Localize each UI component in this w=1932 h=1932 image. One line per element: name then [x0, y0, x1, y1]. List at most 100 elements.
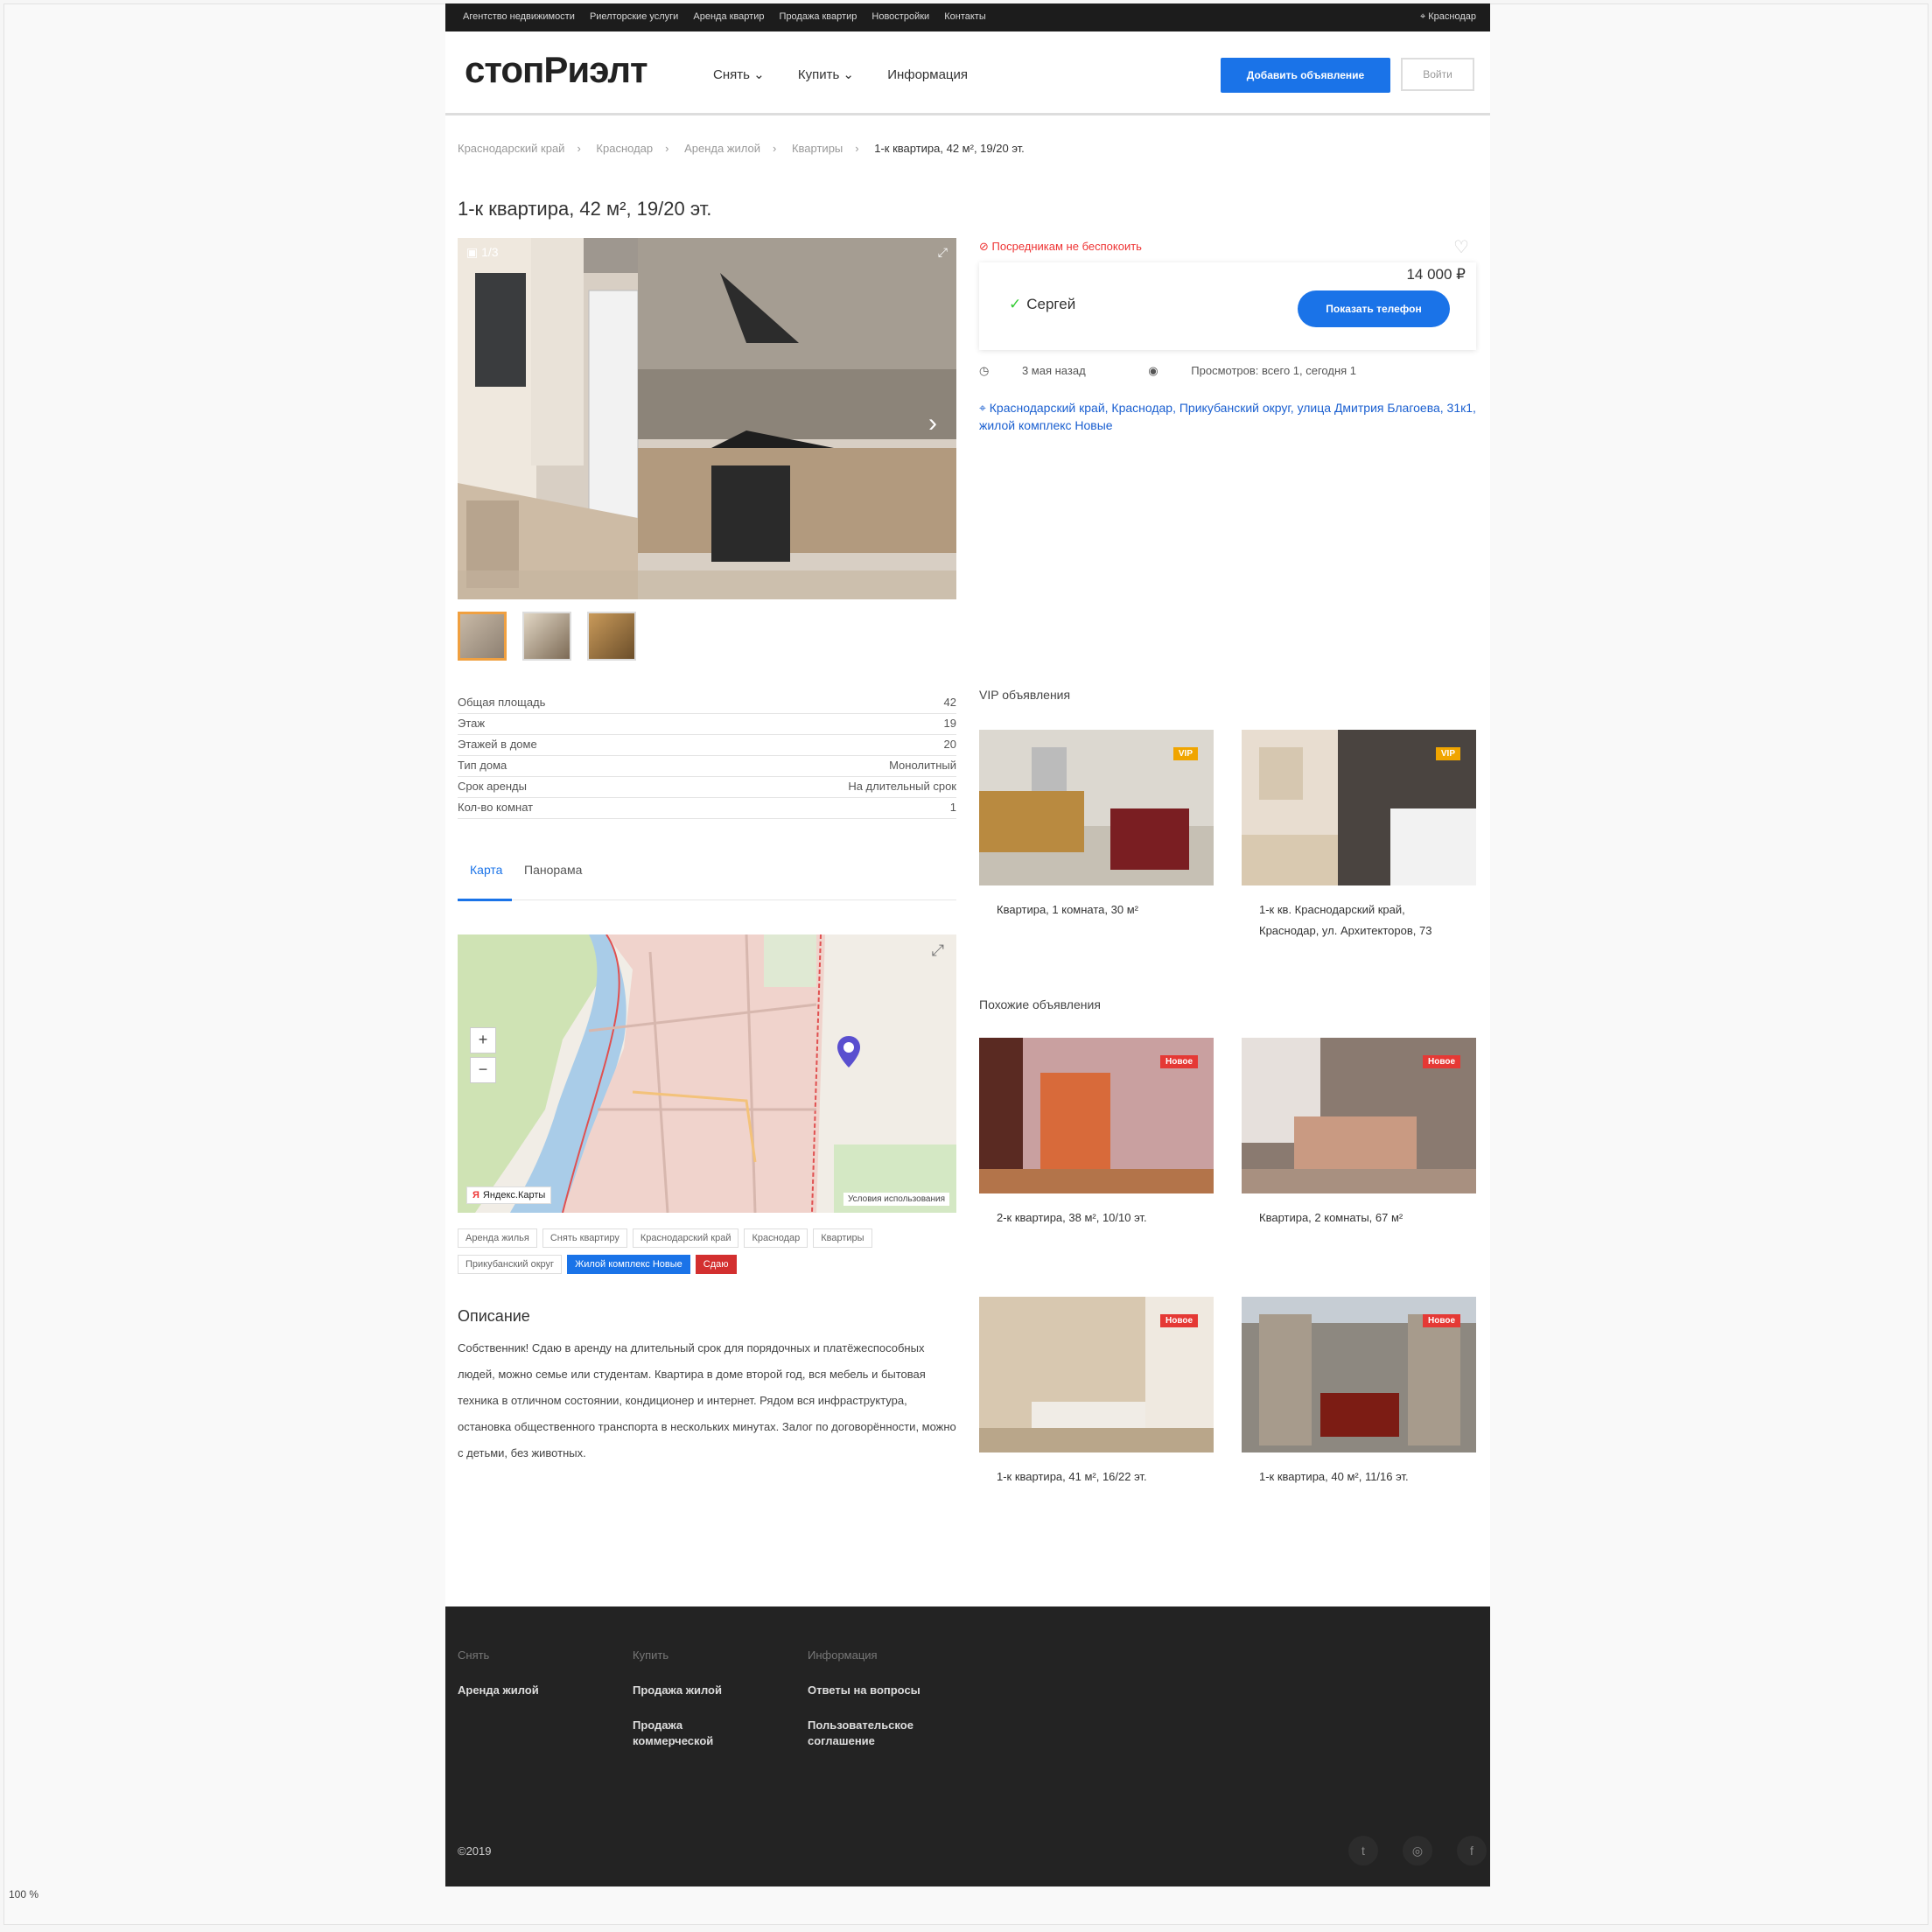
zoom-out-button[interactable]: −: [470, 1057, 496, 1083]
property-row: Кол-во комнат 1: [458, 798, 956, 819]
property-value: 20: [940, 738, 956, 751]
footer-link[interactable]: Пользовательское соглашение: [808, 1718, 930, 1749]
thumbnail-3[interactable]: [587, 612, 636, 661]
top-link[interactable]: Аренда квартир: [693, 11, 764, 22]
footer-link[interactable]: Продажа коммерческой: [633, 1718, 755, 1749]
vip-badge: VIP: [1435, 747, 1460, 760]
breadcrumb-item[interactable]: Аренда жилой: [684, 142, 760, 155]
card-caption: 2-к квартира, 38 м², 10/10 эт.: [997, 1211, 1147, 1224]
top-link[interactable]: Продажа квартир: [780, 11, 858, 22]
breadcrumb-current: 1-к квартира, 42 м², 19/20 эт.: [874, 142, 1025, 155]
property-key: Этаж: [458, 717, 489, 730]
price-card: 14 000 ₽ ✓ Сергей Показать телефон: [979, 262, 1476, 350]
next-photo-icon[interactable]: ›: [928, 409, 937, 438]
breadcrumb-separator: ›: [577, 142, 581, 155]
tag-rent[interactable]: Сдаю: [695, 1255, 737, 1274]
breadcrumb-separator: ›: [773, 142, 777, 155]
breadcrumb-item[interactable]: Краснодарский край: [458, 142, 564, 155]
map-badge-text: Яндекс.Карты: [482, 1190, 546, 1200]
tab-panorama[interactable]: Панорама: [524, 863, 582, 877]
property-value: На длительный срок: [844, 780, 956, 793]
property-row: Этаж 19: [458, 714, 956, 735]
footer-link[interactable]: Ответы на вопросы: [808, 1683, 930, 1698]
new-badge: Новое: [1422, 1055, 1460, 1068]
page-title: 1-к квартира, 42 м², 19/20 эт.: [458, 198, 712, 220]
vip-heading: VIP объявления: [979, 688, 1071, 702]
breadcrumb-item[interactable]: Краснодар: [596, 142, 653, 155]
card-caption: 1-к квартира, 41 м², 16/22 эт.: [997, 1470, 1147, 1483]
thumbnail-2[interactable]: [522, 612, 571, 661]
tag[interactable]: Краснодарский край: [632, 1228, 739, 1248]
similar-card[interactable]: Новое Квартира, 2 комнаты, 67 м²: [1242, 1038, 1476, 1267]
top-link[interactable]: Контакты: [944, 11, 986, 22]
site-footer: Снять Аренда жилой Купить Продажа жилой …: [445, 1606, 1490, 1886]
tag-complex[interactable]: Жилой комплекс Новые: [567, 1255, 690, 1274]
page: Агентство недвижимости Риелторские услуг…: [445, 4, 1490, 1886]
property-row: Общая площадь 42: [458, 693, 956, 714]
tag[interactable]: Квартиры: [813, 1228, 872, 1248]
city-selector[interactable]: ⌖ Краснодар: [1420, 11, 1476, 23]
card-caption: 1-к кв. Краснодарский край, Краснодар, у…: [1259, 903, 1432, 937]
listing-address[interactable]: ⌖ Краснодарский край, Краснодар, Прикуба…: [979, 399, 1482, 434]
listing-photo: [458, 238, 956, 599]
breadcrumb-item[interactable]: Квартиры: [792, 142, 843, 155]
property-row: Тип дома Монолитный: [458, 756, 956, 777]
posted-date: ◷ 3 мая назад: [979, 364, 1116, 377]
footer-heading: Снять: [458, 1648, 490, 1662]
nav-buy[interactable]: Купить ⌄: [798, 67, 854, 82]
active-tab-indicator: [458, 899, 512, 901]
map-marker-icon[interactable]: [836, 1034, 862, 1069]
new-badge: Новое: [1159, 1314, 1198, 1327]
check-icon: ✓: [1009, 296, 1022, 312]
photo-gallery[interactable]: ▣ 1/3 ⤢ ›: [458, 238, 956, 599]
vip-card[interactable]: VIP 1-к кв. Краснодарский край, Краснода…: [1242, 730, 1476, 942]
location-map[interactable]: + − ⤢ Я Яндекс.Карты Условия использовани…: [458, 934, 956, 1213]
add-listing-button[interactable]: Добавить объявление: [1221, 58, 1390, 93]
login-button[interactable]: Войти: [1401, 58, 1474, 91]
no-call-icon: ⊘: [979, 240, 989, 253]
favorite-heart-icon[interactable]: ♡: [1453, 236, 1469, 258]
footer-col-buy: Купить Продажа жилой Продажа коммерческо…: [633, 1648, 755, 1768]
nav-rent[interactable]: Снять ⌄: [713, 67, 765, 82]
eye-icon: ◉: [1148, 364, 1158, 377]
footer-link[interactable]: Продажа жилой: [633, 1683, 755, 1698]
tag[interactable]: Краснодар: [744, 1228, 808, 1248]
facebook-icon[interactable]: f: [1457, 1836, 1487, 1866]
tab-map[interactable]: Карта: [470, 863, 502, 877]
property-key: Этажей в доме: [458, 738, 541, 751]
map-tabs: Карта Панорама: [458, 859, 956, 901]
card-caption: Квартира, 2 комнаты, 67 м²: [1259, 1211, 1404, 1224]
nav-info[interactable]: Информация: [887, 67, 968, 82]
expand-map-icon[interactable]: ⤢: [932, 942, 944, 960]
property-key: Срок аренды: [458, 780, 530, 793]
similar-card[interactable]: Новое 1-к квартира, 40 м², 11/16 эт.: [1242, 1297, 1476, 1531]
map-provider-badge[interactable]: Я Яндекс.Карты: [466, 1186, 552, 1204]
tag[interactable]: Снять квартиру: [542, 1228, 627, 1248]
footer-link[interactable]: Аренда жилой: [458, 1683, 580, 1698]
zoom-status: 100 %: [9, 1888, 39, 1900]
footer-col-info: Информация Ответы на вопросы Пользовател…: [808, 1648, 930, 1768]
top-link[interactable]: Риелторские услуги: [590, 11, 678, 22]
vip-card[interactable]: VIP Квартира, 1 комната, 30 м²: [979, 730, 1214, 920]
zoom-in-button[interactable]: +: [470, 1027, 496, 1054]
similar-card[interactable]: Новое 2-к квартира, 38 м², 10/10 эт.: [979, 1038, 1214, 1267]
fullscreen-icon[interactable]: ⤢: [938, 245, 948, 260]
new-badge: Новое: [1422, 1314, 1460, 1327]
instagram-icon[interactable]: ◎: [1403, 1836, 1432, 1866]
map-terms-link[interactable]: Условия использования: [844, 1193, 949, 1206]
show-phone-button[interactable]: Показать телефон: [1298, 290, 1450, 327]
tag[interactable]: Аренда жилья: [458, 1228, 537, 1248]
map-canvas: [458, 934, 956, 1213]
top-link[interactable]: Агентство недвижимости: [463, 11, 575, 22]
vip-badge: VIP: [1172, 747, 1198, 760]
similar-card[interactable]: Новое 1-к квартира, 41 м², 16/22 эт.: [979, 1297, 1214, 1531]
card-photo: Новое: [979, 1297, 1214, 1452]
tag[interactable]: Прикубанский округ: [458, 1255, 563, 1274]
thumbnail-1[interactable]: [458, 612, 507, 661]
property-value: 19: [940, 717, 956, 730]
top-link[interactable]: Новостройки: [872, 11, 929, 22]
twitter-icon[interactable]: t: [1348, 1836, 1378, 1866]
city-label: Краснодар: [1428, 11, 1476, 22]
site-logo[interactable]: стопРиэлт: [465, 49, 648, 91]
zoom-controls: + −: [470, 1027, 496, 1087]
